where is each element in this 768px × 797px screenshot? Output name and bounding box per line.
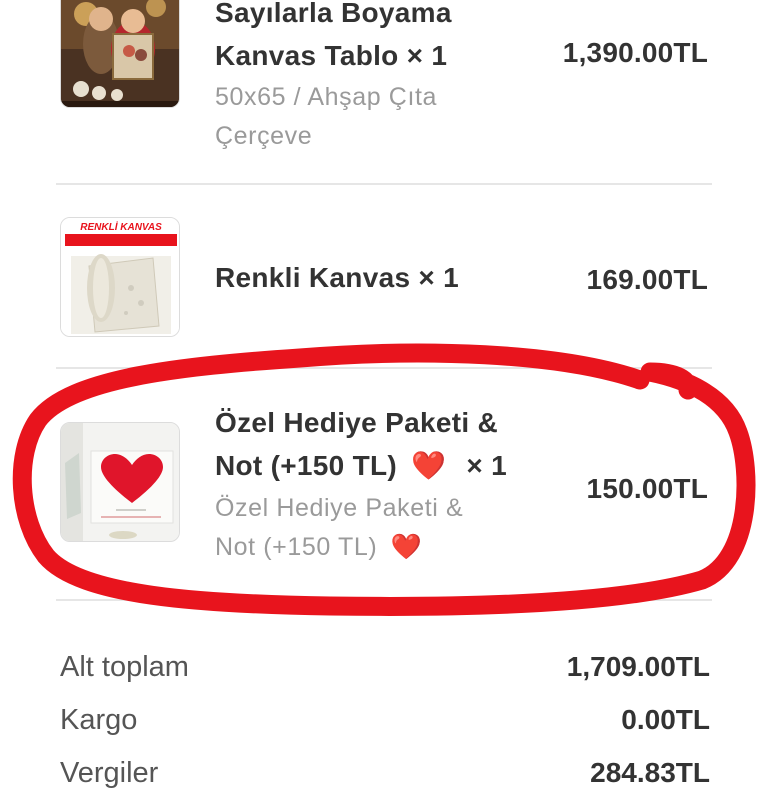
- cart-item-painting-kit: Sayılarla Boyama Kanvas Tablo × 1 50x65 …: [0, 0, 768, 185]
- product-thumbnail[interactable]: [60, 422, 180, 542]
- product-thumbnail[interactable]: RENKLİ KANVAS: [60, 217, 180, 337]
- product-title-line1: Özel Hediye Paketi &: [215, 407, 499, 438]
- tax-label: Vergiler: [60, 757, 159, 789]
- couple-painting-photo-icon: [61, 0, 179, 107]
- subtotal-value: 1,709.00TL: [566, 651, 710, 682]
- product-variant: Özel Hediye Paketi & Not (+150 TL) ❤️: [215, 489, 515, 567]
- heart-icon: ❤️: [390, 533, 423, 561]
- shipping-label: Kargo: [60, 704, 138, 736]
- product-title: Özel Hediye Paketi & Not (+150 TL) ❤️ × …: [215, 401, 535, 487]
- product-variant-line2: Not (+150 TL) ❤️: [215, 528, 515, 567]
- product-title-line1: Sayılarla Boyama: [215, 0, 452, 28]
- product-title: Renkli Kanvas × 1: [215, 262, 460, 293]
- product-title: Sayılarla Boyama Kanvas Tablo × 1: [215, 0, 535, 77]
- summary-shipping-row: Kargo 0.00TL: [60, 704, 710, 744]
- summary-subtotal-row: Alt toplam 1,709.00TL: [60, 651, 710, 691]
- product-variant: 50x65 / Ahşap Çıta Çerçeve: [215, 78, 515, 156]
- product-price: 169.00TL: [586, 264, 708, 295]
- summary-tax-row: Vergiler 284.83TL: [60, 757, 710, 797]
- shipping-value: 0.00TL: [621, 704, 710, 735]
- heart-icon: ❤️: [411, 450, 447, 481]
- canvas-roll-photo-icon: [61, 218, 179, 336]
- cart-item-renkli-kanvas: RENKLİ KANVAS Renkli Kanvas × 1 169.00TL: [0, 185, 768, 365]
- product-title-line2: Not (+150 TL) ❤️ × 1: [215, 444, 535, 487]
- product-title-line2: Kanvas Tablo × 1: [215, 40, 448, 71]
- tax-value: 284.83TL: [590, 757, 710, 788]
- heart-gift-card-photo-icon: [61, 423, 179, 541]
- product-price: 1,390.00TL: [562, 37, 708, 68]
- product-variant-line2: Çerçeve: [215, 122, 313, 150]
- product-variant-line2-text: Not (+150 TL): [215, 533, 378, 561]
- divider: [56, 599, 712, 601]
- product-thumbnail[interactable]: [60, 0, 180, 108]
- product-title-line2-text: Not (+150 TL): [215, 450, 398, 481]
- thumbnail-banner-text: RENKLİ KANVAS: [80, 222, 162, 233]
- product-price: 150.00TL: [586, 473, 708, 504]
- product-quantity: × 1: [466, 450, 507, 481]
- product-variant-line1: Özel Hediye Paketi &: [215, 494, 464, 522]
- product-variant-line1: 50x65 / Ahşap Çıta: [215, 83, 438, 111]
- subtotal-label: Alt toplam: [60, 651, 189, 683]
- cart-item-gift-package: Özel Hediye Paketi & Not (+150 TL) ❤️ × …: [0, 369, 768, 599]
